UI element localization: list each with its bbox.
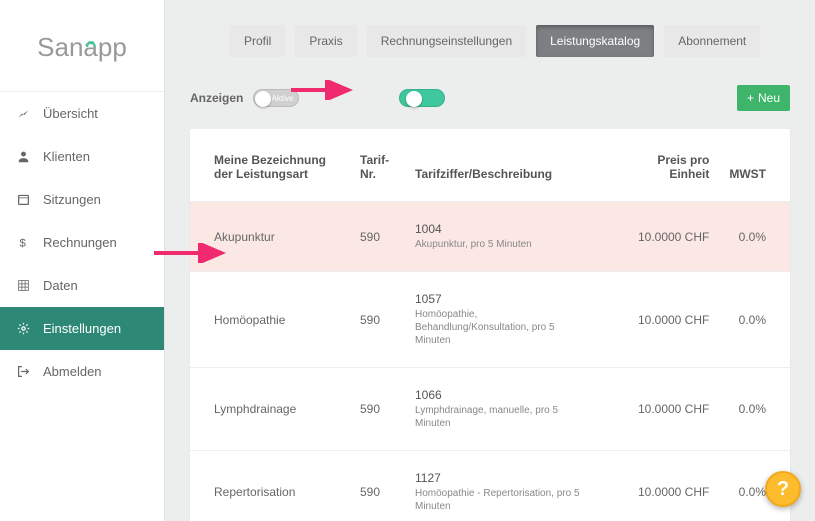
plus-icon: + (747, 91, 754, 105)
sidebar-item-label: Sitzungen (43, 192, 101, 207)
col-mwst: MWST (719, 129, 790, 202)
cell-desc: 1004 Akupunktur, pro 5 Minuten (405, 202, 624, 272)
services-table: Meine Bezeichnung der Leistungsart Tarif… (190, 129, 790, 521)
cell-desc: 1066 Lymphdrainage, manuelle, pro 5 Minu… (405, 368, 624, 451)
gear-icon (15, 322, 31, 335)
table-row[interactable]: Lymphdrainage 590 1066 Lymphdrainage, ma… (190, 368, 790, 451)
toggle-alle[interactable]: Alle (399, 89, 445, 107)
sidebar-nav: Übersicht Klienten Sitzungen $ Rechnunge… (0, 91, 164, 393)
svg-text:$: $ (19, 238, 26, 249)
sidebar-item-label: Übersicht (43, 106, 98, 121)
user-icon (15, 150, 31, 163)
sidebar-item-uebersicht[interactable]: Übersicht (0, 92, 164, 135)
cell-bezeichnung: Repertorisation (190, 451, 350, 521)
grid-icon (15, 279, 31, 292)
help-icon: ? (777, 478, 789, 501)
tab-profil[interactable]: Profil (230, 25, 285, 57)
cell-tarif-nr: 590 (350, 272, 405, 368)
chart-line-icon (15, 107, 31, 120)
main-content: Profil Praxis Rechnungseinstellungen Lei… (165, 0, 815, 521)
dollar-icon: $ (15, 236, 31, 249)
tab-praxis[interactable]: Praxis (295, 25, 356, 57)
cell-bezeichnung: Lymphdrainage (190, 368, 350, 451)
sidebar-item-label: Rechnungen (43, 235, 117, 250)
cell-mwst: 0.0% (719, 272, 790, 368)
new-button-label: Neu (758, 91, 780, 105)
toggle-aktive[interactable]: Aktive (253, 89, 299, 107)
filter-label: Anzeigen (190, 91, 243, 105)
cell-tarif-nr: 590 (350, 202, 405, 272)
table-row[interactable]: Homöopathie 590 1057 Homöopathie, Behand… (190, 272, 790, 368)
cell-desc: 1057 Homöopathie, Behandlung/Konsultatio… (405, 272, 624, 368)
cell-tarif-nr: 590 (350, 451, 405, 521)
filter-row: Anzeigen Aktive Alle + Neu (190, 85, 790, 111)
col-preis: Preis pro Einheit (624, 129, 719, 202)
new-button[interactable]: + Neu (737, 85, 790, 111)
sidebar-item-daten[interactable]: Daten (0, 264, 164, 307)
cell-preis: 10.0000 CHF (624, 451, 719, 521)
toggle-knob (255, 91, 271, 107)
leaf-icon (85, 24, 97, 36)
tabs: Profil Praxis Rechnungseinstellungen Lei… (230, 25, 790, 57)
cell-bezeichnung: Akupunktur (190, 202, 350, 272)
brand-text: Sanapp (37, 32, 127, 62)
sidebar-item-label: Einstellungen (43, 321, 121, 336)
sidebar-item-label: Abmelden (43, 364, 102, 379)
toggle-aktive-label: Aktive (272, 90, 294, 108)
brand-logo: Sanapp (0, 0, 164, 91)
sidebar-item-klienten[interactable]: Klienten (0, 135, 164, 178)
sidebar-item-label: Klienten (43, 149, 90, 164)
sidebar-item-abmelden[interactable]: Abmelden (0, 350, 164, 393)
cell-preis: 10.0000 CHF (624, 202, 719, 272)
calendar-icon (15, 193, 31, 206)
help-button[interactable]: ? (765, 471, 801, 507)
col-tarifziffer: Tarifziffer/Beschreibung (405, 129, 624, 202)
toggle-knob (406, 91, 422, 107)
cell-bezeichnung: Homöopathie (190, 272, 350, 368)
table-row[interactable]: Akupunktur 590 1004 Akupunktur, pro 5 Mi… (190, 202, 790, 272)
sidebar-item-rechnungen[interactable]: $ Rechnungen (0, 221, 164, 264)
tab-rechnungseinstellungen[interactable]: Rechnungseinstellungen (367, 25, 526, 57)
sidebar-item-sitzungen[interactable]: Sitzungen (0, 178, 164, 221)
sidebar-item-einstellungen[interactable]: Einstellungen (0, 307, 164, 350)
table-row[interactable]: Repertorisation 590 1127 Homöopathie - R… (190, 451, 790, 521)
cell-preis: 10.0000 CHF (624, 368, 719, 451)
cell-desc: 1127 Homöopathie - Repertorisation, pro … (405, 451, 624, 521)
col-bezeichnung: Meine Bezeichnung der Leistungsart (190, 129, 350, 202)
signout-icon (15, 365, 31, 378)
sidebar: Sanapp Übersicht Klienten Sitzungen $ Re… (0, 0, 165, 521)
services-card: Meine Bezeichnung der Leistungsart Tarif… (190, 129, 790, 521)
cell-mwst: 0.0% (719, 368, 790, 451)
cell-tarif-nr: 590 (350, 368, 405, 451)
cell-preis: 10.0000 CHF (624, 272, 719, 368)
sidebar-item-label: Daten (43, 278, 78, 293)
tab-leistungskatalog[interactable]: Leistungskatalog (536, 25, 654, 57)
col-tarif-nr: Tarif-Nr. (350, 129, 405, 202)
tab-abonnement[interactable]: Abonnement (664, 25, 760, 57)
cell-mwst: 0.0% (719, 202, 790, 272)
